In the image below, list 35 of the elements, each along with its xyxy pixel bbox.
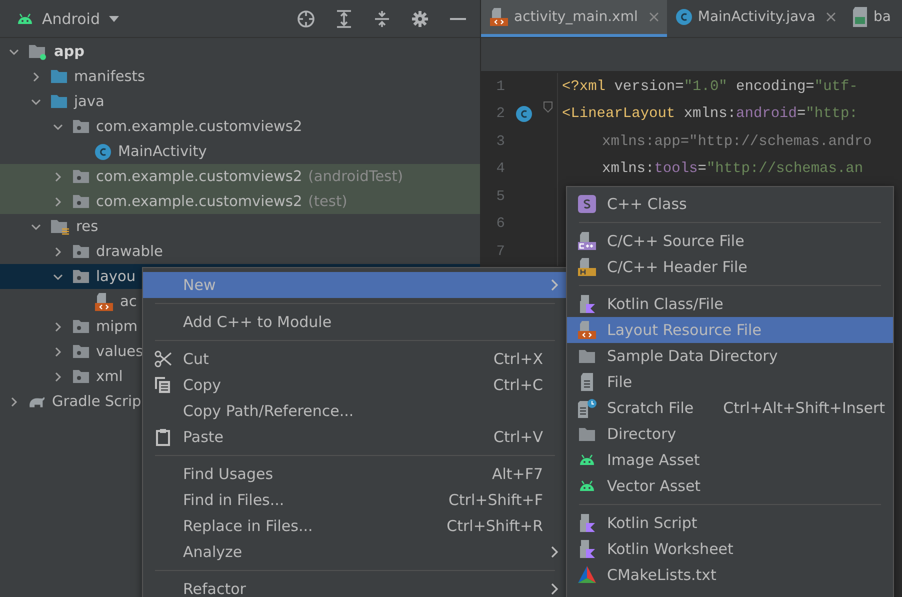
line-number: 1 <box>495 78 506 95</box>
code-line: <LinearLayout xmlns:android="http: <box>561 106 858 122</box>
tree-item-label: com.example.customviews2 <box>96 168 302 184</box>
tree-item-label: java <box>74 94 104 110</box>
source-set-label: (androidTest) <box>308 168 404 184</box>
tree-item-label: res <box>76 218 98 234</box>
shortcut-label: Ctrl+C <box>493 376 543 394</box>
tree-item-label: values <box>96 344 144 360</box>
shortcut-label: Alt+F7 <box>492 465 543 483</box>
shortcut-label: Ctrl+Shift+R <box>446 517 543 535</box>
tree-item-label: MainActivity <box>118 144 207 160</box>
line-number: 3 <box>495 134 506 150</box>
code-line: <?xml version="1.0" encoding="utf- <box>561 78 858 95</box>
tree-item-label: ac <box>120 294 137 310</box>
tree-item-label: com.example.customviews2 <box>96 194 302 210</box>
shortcut-label: Ctrl+Alt+Shift+Insert <box>723 399 885 417</box>
tree-item-label: manifests <box>74 68 146 84</box>
line-number: 4 <box>495 161 506 178</box>
tree-item-label: com.example.customviews2 <box>96 118 302 134</box>
shortcut-label: Ctrl+Shift+F <box>448 491 543 509</box>
tree-item-label: xml <box>96 368 123 384</box>
tree-item-label: mipm <box>96 318 138 334</box>
tree-item-label: app <box>54 44 85 60</box>
code-line: xmlns:tools="http://schemas.an <box>601 161 864 178</box>
tree-item-label: layou <box>96 268 136 284</box>
line-number: 6 <box>495 216 506 232</box>
shortcut-label: Ctrl+V <box>493 428 543 446</box>
source-set-label: (test) <box>308 194 348 210</box>
tree-item-label: Gradle Scrip <box>52 394 142 410</box>
line-number: 7 <box>495 244 506 260</box>
tree-item-label: drawable <box>96 244 163 260</box>
code-line: xmlns:app="http://schemas.andro <box>601 134 872 150</box>
line-number: 2 <box>495 106 506 122</box>
line-number: 5 <box>495 188 506 205</box>
shortcut-label: Ctrl+X <box>493 350 543 368</box>
